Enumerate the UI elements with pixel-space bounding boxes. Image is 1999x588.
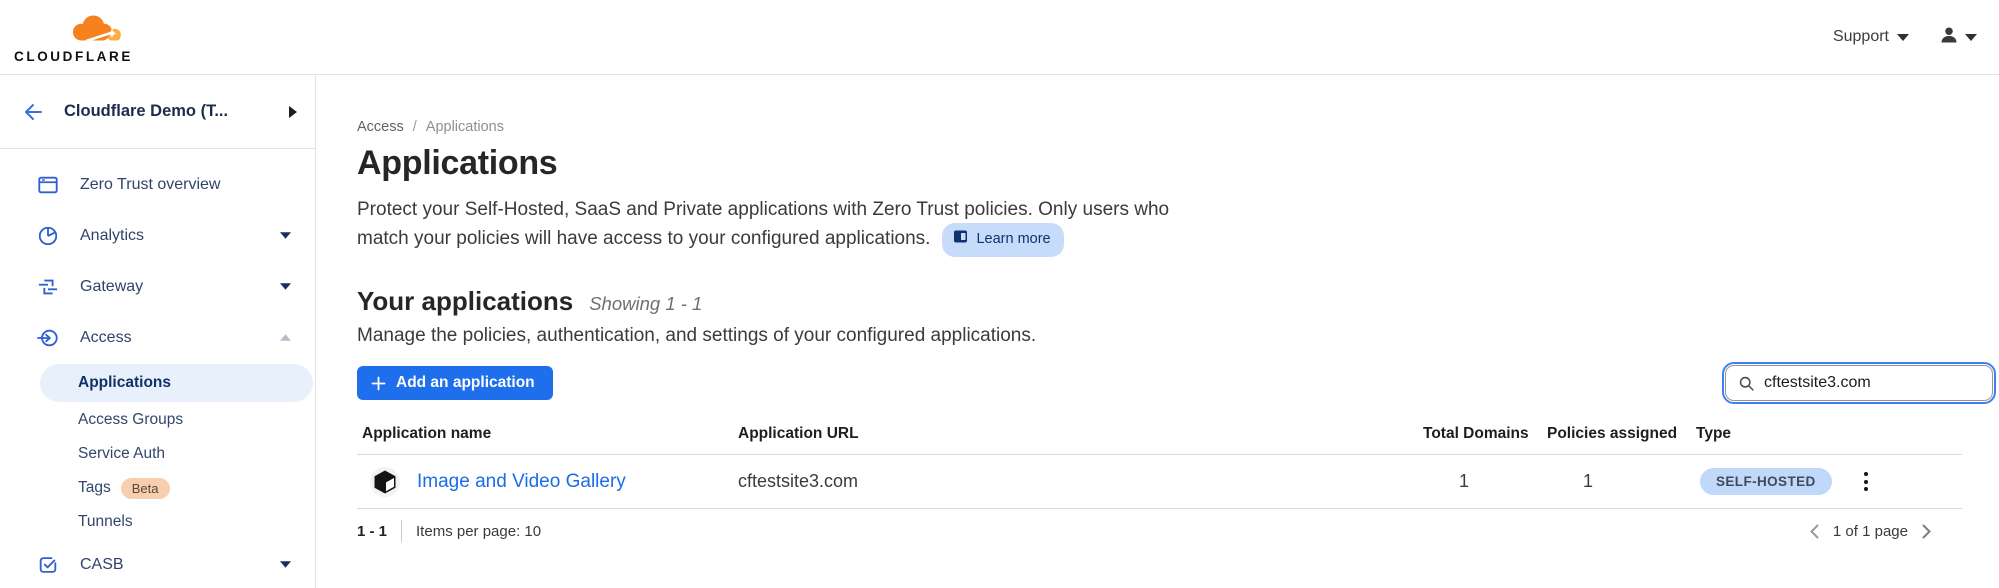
column-application-url: Application URL — [738, 425, 1423, 443]
footer-divider — [401, 520, 402, 542]
sidebar-item-access-groups[interactable]: Access Groups — [0, 403, 315, 437]
chevron-down-icon — [280, 232, 291, 239]
description-line-2: match your policies will have access to … — [357, 228, 930, 249]
section-subheading: Manage the policies, authentication, and… — [357, 325, 1993, 347]
type-badge: SELF-HOSTED — [1700, 468, 1832, 495]
book-icon — [953, 226, 968, 254]
sidebar-item-label: Applications — [78, 374, 171, 392]
chevron-up-icon — [280, 334, 291, 341]
gateway-icon — [36, 275, 60, 299]
checkbox-icon — [36, 553, 60, 577]
window-icon — [36, 173, 60, 197]
sidebar-item-gateway[interactable]: Gateway — [0, 261, 315, 312]
chevron-right-icon[interactable] — [1922, 524, 1931, 539]
description-line-1: Protect your Self-Hosted, SaaS and Priva… — [357, 199, 1169, 220]
sidebar-nav: Zero Trust overview Analytics — [0, 149, 315, 588]
items-per-page[interactable]: Items per page: 10 — [416, 523, 541, 540]
access-subnav: Applications Access Groups Service Auth … — [0, 364, 315, 539]
table-row: Image and Video Gallery cftestsite3.com … — [357, 454, 1962, 509]
sidebar-item-service-auth[interactable]: Service Auth — [0, 437, 315, 471]
application-name-link[interactable]: Image and Video Gallery — [417, 471, 626, 493]
add-application-label: Add an application — [396, 374, 535, 392]
sidebar: Cloudflare Demo (T... Zero Trust overvie… — [0, 75, 316, 588]
total-domains-value: 1 — [1423, 471, 1547, 492]
top-bar-right: Support — [1833, 25, 1977, 50]
chevron-down-icon — [280, 283, 291, 290]
beta-badge: Beta — [121, 478, 170, 499]
policies-assigned-value: 1 — [1547, 471, 1696, 492]
sidebar-account-header: Cloudflare Demo (T... — [0, 75, 315, 149]
sidebar-item-label: Access Groups — [78, 411, 183, 429]
pie-chart-icon — [36, 224, 60, 248]
learn-more-badge[interactable]: Learn more — [942, 223, 1063, 258]
sidebar-item-label: Tunnels — [78, 513, 133, 531]
table-header-row: Application name Application URL Total D… — [357, 425, 1962, 454]
breadcrumb: Access / Applications — [357, 119, 1993, 135]
sidebar-item-applications[interactable]: Applications — [40, 364, 313, 402]
cloudflare-wordmark: CLOUDFLARE — [14, 49, 133, 64]
section-header: Your applications Showing 1 - 1 — [357, 286, 1993, 317]
support-caret-icon — [1897, 34, 1909, 41]
application-url-value: cftestsite3.com — [738, 471, 1423, 492]
table-footer: 1 - 1 Items per page: 10 1 of 1 page — [357, 520, 1931, 542]
main-content: Access / Applications Applications Prote… — [316, 75, 1999, 588]
showing-count: Showing 1 - 1 — [589, 293, 702, 315]
search-box — [1725, 365, 1993, 401]
sidebar-item-analytics[interactable]: Analytics — [0, 210, 315, 261]
collapse-toggle-icon[interactable] — [289, 106, 297, 118]
back-arrow-icon[interactable] — [20, 100, 44, 124]
column-total-domains: Total Domains — [1423, 425, 1547, 443]
breadcrumb-access[interactable]: Access — [357, 119, 404, 135]
cube-app-icon — [369, 466, 401, 498]
sidebar-item-label: Access — [80, 329, 280, 347]
add-application-button[interactable]: Add an application — [357, 366, 553, 400]
sidebar-item-label: Analytics — [80, 227, 280, 245]
chevron-down-icon — [280, 561, 291, 568]
access-arrow-icon — [36, 326, 60, 350]
column-type: Type — [1696, 425, 1857, 443]
search-icon — [1738, 375, 1755, 392]
user-caret-icon — [1965, 34, 1977, 41]
sidebar-item-label: Tags — [78, 479, 111, 497]
sidebar-item-label: CASB — [80, 556, 280, 574]
page-description: Protect your Self-Hosted, SaaS and Priva… — [357, 196, 1317, 258]
section-title: Your applications — [357, 286, 573, 317]
sidebar-item-label: Gateway — [80, 278, 280, 296]
breadcrumb-applications: Applications — [426, 119, 504, 135]
chevron-left-icon[interactable] — [1810, 524, 1819, 539]
search-input[interactable] — [1764, 374, 1980, 392]
page-title: Applications — [357, 143, 1993, 183]
account-name: Cloudflare Demo (T... — [64, 102, 269, 121]
column-policies-assigned: Policies assigned — [1547, 425, 1696, 443]
cloudflare-cloud-icon — [62, 11, 126, 48]
applications-table: Application name Application URL Total D… — [357, 425, 1962, 542]
cloudflare-logo[interactable]: CLOUDFLARE — [14, 11, 133, 64]
learn-more-label: Learn more — [976, 226, 1050, 254]
controls-row: Add an application — [357, 365, 1993, 401]
page-indicator: 1 of 1 page — [1833, 523, 1908, 540]
breadcrumb-separator: / — [413, 119, 417, 135]
sidebar-item-label: Service Auth — [78, 445, 165, 463]
kebab-menu-icon[interactable] — [1857, 468, 1875, 495]
sidebar-item-zero-trust-overview[interactable]: Zero Trust overview — [0, 159, 315, 210]
plus-icon — [371, 376, 386, 391]
support-menu[interactable]: Support — [1833, 28, 1909, 46]
sidebar-item-tunnels[interactable]: Tunnels — [0, 505, 315, 539]
user-icon — [1939, 25, 1959, 50]
user-menu[interactable] — [1939, 25, 1977, 50]
sidebar-item-casb[interactable]: CASB — [0, 539, 315, 588]
support-label: Support — [1833, 28, 1889, 46]
sidebar-item-label: Zero Trust overview — [80, 176, 291, 194]
sidebar-item-tags[interactable]: Tags Beta — [0, 471, 315, 505]
top-bar: CLOUDFLARE Support — [0, 0, 1999, 75]
items-range: 1 - 1 — [357, 523, 387, 540]
sidebar-item-access[interactable]: Access — [0, 312, 315, 363]
column-application-name: Application name — [357, 425, 738, 443]
